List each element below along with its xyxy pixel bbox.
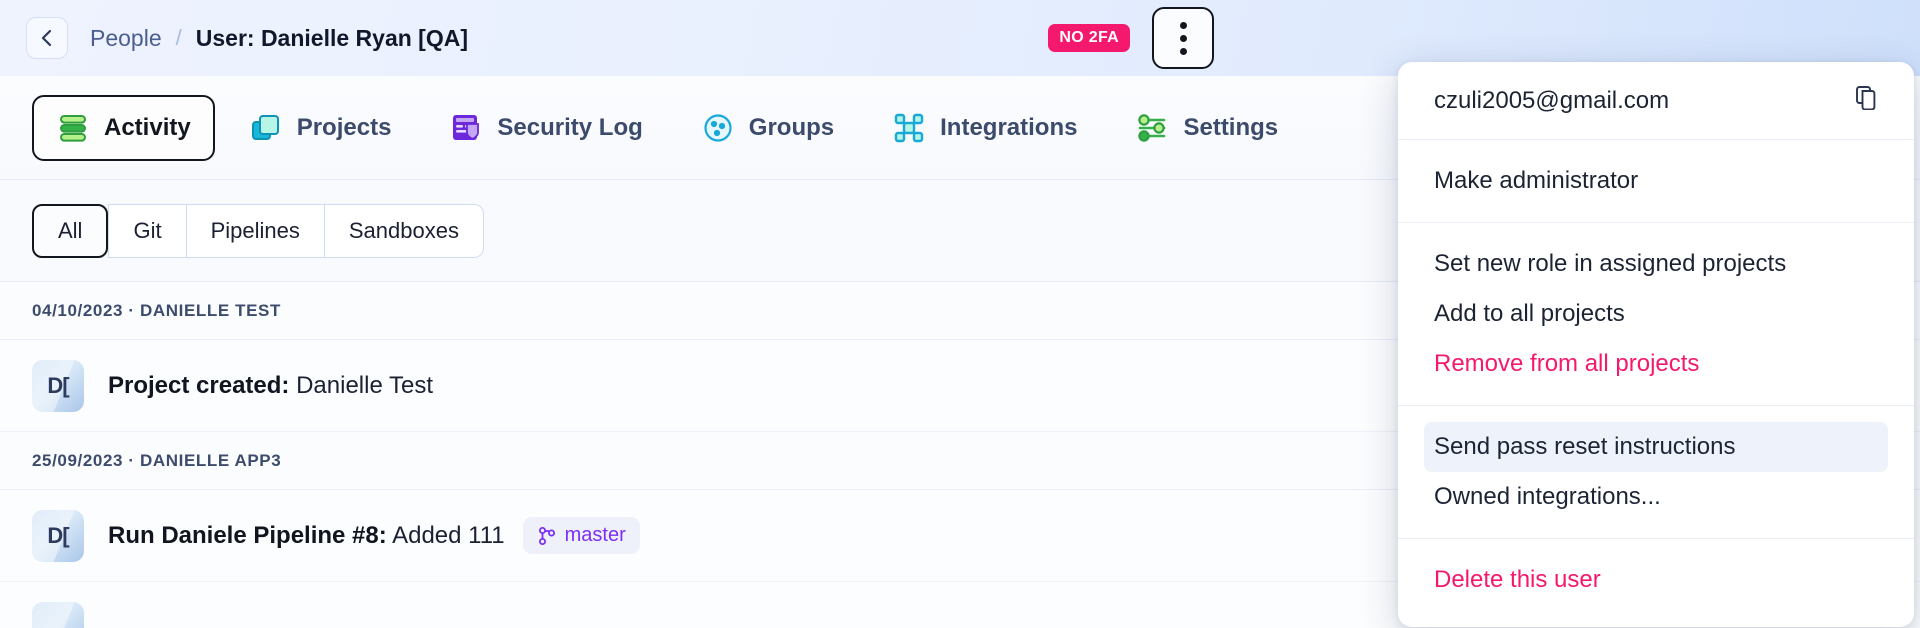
integrations-icon — [892, 111, 926, 145]
back-button[interactable] — [26, 17, 68, 59]
activity-icon — [56, 111, 90, 145]
activity-text: Project created: Danielle Test — [108, 372, 433, 400]
status-badge-no-2fa: NO 2FA — [1048, 24, 1130, 52]
tab-projects-label: Projects — [297, 114, 392, 142]
menu-item-add-to-all-projects[interactable]: Add to all projects — [1398, 289, 1914, 339]
filter-pill-sandboxes[interactable]: Sandboxes — [324, 204, 484, 258]
security-log-icon — [449, 111, 483, 145]
tab-settings[interactable]: Settings — [1111, 95, 1302, 161]
tab-groups-label: Groups — [749, 114, 834, 142]
menu-section-admin: Make administrator — [1398, 139, 1914, 222]
breadcrumb-people-link[interactable]: People — [90, 25, 162, 52]
tab-activity[interactable]: Activity — [32, 95, 215, 161]
projects-icon — [249, 111, 283, 145]
menu-section-projects: Set new role in assigned projects Add to… — [1398, 222, 1914, 405]
tab-groups[interactable]: Groups — [677, 95, 858, 161]
avatar-initials: D[ — [47, 373, 68, 399]
kebab-menu-button[interactable] — [1152, 7, 1214, 69]
kebab-dot-2 — [1180, 35, 1187, 42]
avatar: D[ — [32, 510, 84, 562]
menu-item-remove-from-all-projects[interactable]: Remove from all projects — [1398, 339, 1914, 389]
branch-tag-label: master — [565, 524, 626, 547]
avatar — [32, 602, 84, 628]
breadcrumb-separator: / — [176, 25, 182, 51]
tab-settings-label: Settings — [1183, 114, 1278, 142]
activity-detail: Danielle Test — [296, 372, 433, 399]
filter-pill-group: All Git Pipelines Sandboxes — [32, 204, 484, 258]
activity-title: Project created: — [108, 372, 289, 399]
kebab-dot-3 — [1180, 48, 1187, 55]
menu-item-send-pass-reset[interactable]: Send pass reset instructions — [1424, 422, 1888, 472]
copy-icon[interactable] — [1854, 84, 1880, 117]
menu-item-owned-integrations[interactable]: Owned integrations... — [1398, 472, 1914, 522]
filter-pill-git[interactable]: Git — [108, 204, 185, 258]
groups-icon — [701, 111, 735, 145]
activity-title: Run Daniele Pipeline #8: — [108, 522, 387, 549]
menu-section-account: Send pass reset instructions Owned integ… — [1398, 405, 1914, 538]
activity-detail: Added 111 — [392, 522, 505, 549]
menu-item-email[interactable]: czuli2005@gmail.com — [1398, 78, 1914, 123]
menu-item-delete-this-user[interactable]: Delete this user — [1398, 555, 1914, 605]
settings-icon — [1135, 111, 1169, 145]
avatar-initials: D[ — [47, 523, 68, 549]
activity-text: Run Daniele Pipeline #8: Added 111 maste… — [108, 517, 640, 554]
tab-integrations-label: Integrations — [940, 114, 1077, 142]
tab-integrations[interactable]: Integrations — [868, 95, 1101, 161]
tab-activity-label: Activity — [104, 114, 191, 142]
tab-projects[interactable]: Projects — [225, 95, 416, 161]
tab-security-log-label: Security Log — [497, 114, 642, 142]
filter-pill-pipelines[interactable]: Pipelines — [186, 204, 324, 258]
menu-email-text: czuli2005@gmail.com — [1434, 87, 1669, 115]
breadcrumb: People / User: Danielle Ryan [QA] — [90, 25, 468, 52]
page-title: User: Danielle Ryan [QA] — [196, 25, 468, 52]
kebab-dot-1 — [1180, 22, 1187, 29]
user-actions-dropdown: czuli2005@gmail.com Make administrator S… — [1398, 62, 1914, 627]
branch-tag[interactable]: master — [523, 517, 640, 554]
header-actions: NO 2FA — [1048, 7, 1894, 69]
tab-security-log[interactable]: Security Log — [425, 95, 666, 161]
chevron-left-icon — [37, 28, 57, 48]
git-branch-icon — [537, 526, 557, 546]
menu-section-email: czuli2005@gmail.com — [1398, 62, 1914, 139]
avatar: D[ — [32, 360, 84, 412]
page-root: People / User: Danielle Ryan [QA] NO 2FA… — [0, 0, 1920, 628]
menu-section-delete: Delete this user — [1398, 538, 1914, 621]
menu-item-make-administrator[interactable]: Make administrator — [1398, 156, 1914, 206]
filter-pill-all[interactable]: All — [32, 204, 108, 258]
menu-item-set-new-role[interactable]: Set new role in assigned projects — [1398, 239, 1914, 289]
